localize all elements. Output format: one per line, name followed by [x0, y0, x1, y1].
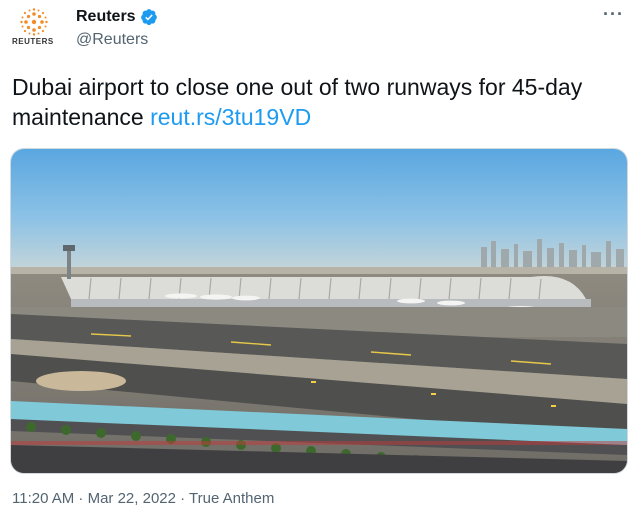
display-name[interactable]: Reuters	[76, 8, 136, 26]
reuters-dot-logo-icon	[20, 8, 48, 36]
tweet-text: Dubai airport to close one out of two ru…	[12, 72, 617, 132]
more-dots-icon[interactable]: ···	[603, 5, 624, 23]
tweet-header: REUTERS Reuters @Reuters ···	[0, 0, 640, 60]
tweet-link[interactable]: reut.rs/3tu19VD	[150, 104, 311, 130]
tweet-photo[interactable]	[10, 148, 628, 474]
reuters-logo-wordmark: REUTERS	[12, 37, 54, 46]
name-row: Reuters	[76, 8, 158, 26]
account-handle[interactable]: @Reuters	[76, 31, 148, 49]
verified-badge-icon	[140, 9, 157, 26]
tweet-timestamp[interactable]: 11:20 AM · Mar 22, 2022 · True Anthem	[12, 490, 274, 507]
airport-photo-illustration	[11, 149, 627, 473]
